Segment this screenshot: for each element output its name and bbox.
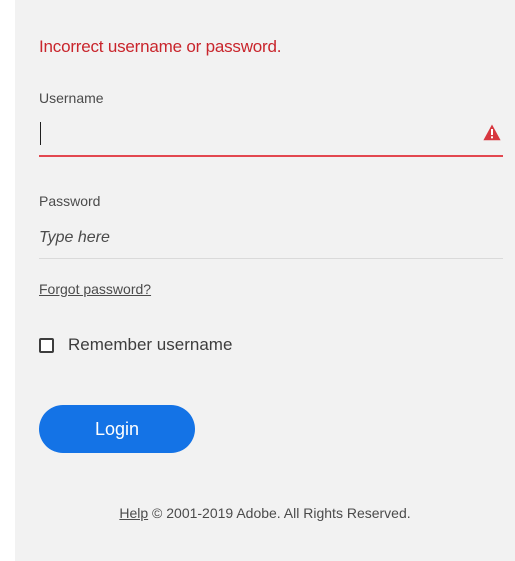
password-field[interactable] xyxy=(39,219,503,259)
checkbox-box[interactable] xyxy=(39,337,54,353)
footer: Help © 2001-2019 Adobe. All Rights Reser… xyxy=(15,505,515,521)
forgot-password-link[interactable]: Forgot password? xyxy=(39,281,151,297)
copyright-text: © 2001-2019 Adobe. All Rights Reserved. xyxy=(152,505,411,521)
username-input[interactable] xyxy=(39,117,459,153)
password-label: Password xyxy=(39,193,101,209)
login-button[interactable]: Login xyxy=(39,405,195,453)
alert-icon xyxy=(483,124,501,141)
password-input[interactable] xyxy=(39,225,479,251)
username-label: Username xyxy=(39,90,104,106)
remember-username-label[interactable]: Remember username xyxy=(68,335,232,355)
remember-username-checkbox[interactable]: Remember username xyxy=(39,333,232,357)
text-cursor xyxy=(40,122,41,145)
login-panel: Incorrect username or password. Username… xyxy=(15,0,515,561)
error-message: Incorrect username or password. xyxy=(39,37,282,56)
help-link[interactable]: Help xyxy=(119,505,148,521)
username-field[interactable] xyxy=(39,117,503,157)
